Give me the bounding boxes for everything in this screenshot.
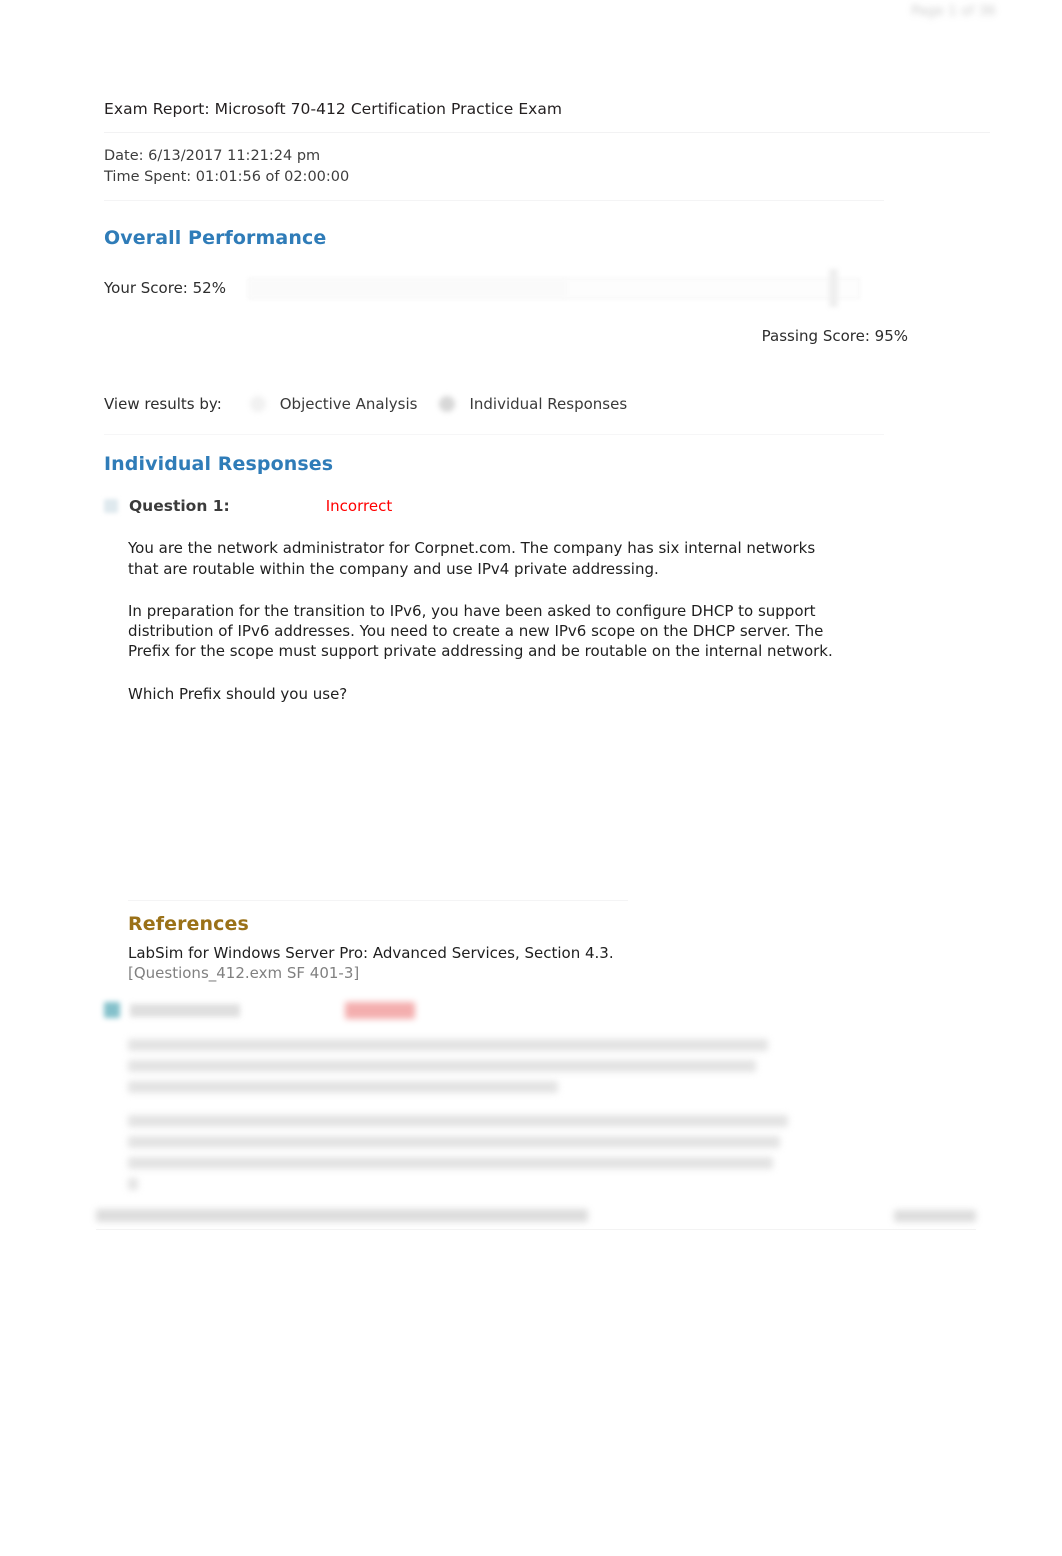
next-question-label bbox=[130, 1003, 240, 1017]
radio-individual-responses[interactable] bbox=[439, 396, 456, 413]
text-line bbox=[128, 1136, 780, 1149]
divider-below-title bbox=[104, 132, 990, 134]
text-line bbox=[128, 1115, 788, 1128]
question-paragraph: You are the network administrator for Co… bbox=[128, 539, 816, 578]
page-footer bbox=[96, 1209, 976, 1230]
view-results-by-row: View results by: Objective Analysis Indi… bbox=[104, 391, 994, 417]
next-question-header bbox=[104, 999, 994, 1021]
overall-performance-heading: Overall Performance bbox=[104, 227, 327, 250]
reference-citation: LabSim for Windows Server Pro: Advanced … bbox=[128, 943, 614, 962]
report-content: Exam Report: Microsoft 70-412 Certificat… bbox=[104, 100, 994, 1211]
question-paragraph: Which Prefix should you use? bbox=[128, 684, 348, 703]
question-paragraph: In preparation for the transition to IPv… bbox=[128, 601, 833, 661]
score-bar-fill bbox=[248, 279, 568, 299]
score-row: Your Score: 52% bbox=[104, 269, 994, 308]
status-badge: Incorrect bbox=[325, 497, 393, 516]
report-time-spent: Time Spent: 01:01:56 of 02:00:00 bbox=[104, 169, 350, 186]
next-question-text bbox=[128, 1039, 994, 1191]
text-line bbox=[128, 1081, 558, 1094]
your-score-label: Your Score: 52% bbox=[104, 279, 226, 298]
question-header: Question 1: Incorrect bbox=[104, 494, 994, 518]
references-heading: References bbox=[128, 912, 249, 935]
passing-score-label: Passing Score: 95% bbox=[761, 327, 908, 346]
divider-below-meta bbox=[104, 200, 884, 202]
passing-score-marker bbox=[829, 269, 839, 308]
text-line bbox=[128, 1157, 773, 1170]
footer-divider bbox=[96, 1229, 976, 1230]
radio-label-objective-analysis[interactable]: Objective Analysis bbox=[280, 395, 418, 413]
radio-objective-analysis[interactable] bbox=[249, 396, 266, 413]
exam-report-page: Page 1 of 36 Exam Report: Microsoft 70-4… bbox=[0, 0, 1062, 1556]
text-line bbox=[128, 1178, 138, 1191]
divider-above-references bbox=[128, 899, 628, 901]
page-title: Exam Report: Microsoft 70-412 Certificat… bbox=[104, 100, 563, 118]
question-body: You are the network administrator for Co… bbox=[128, 538, 850, 704]
report-meta: Date: 6/13/2017 11:21:24 pm Time Spent: … bbox=[104, 146, 994, 188]
next-question-status-badge bbox=[345, 1001, 415, 1019]
question-label: Question 1: bbox=[129, 497, 230, 516]
page-number: Page 1 of 36 bbox=[911, 4, 996, 19]
question-status-icon bbox=[104, 499, 118, 514]
references-block: References LabSim for Windows Server Pro… bbox=[128, 913, 994, 984]
text-line bbox=[128, 1060, 756, 1073]
report-date: Date: 6/13/2017 11:21:24 pm bbox=[104, 148, 321, 165]
footer-right-text bbox=[894, 1210, 976, 1222]
score-progress-bar bbox=[247, 269, 860, 308]
individual-responses-heading: Individual Responses bbox=[104, 453, 334, 476]
reference-code: [Questions_412.exm SF 401-3] bbox=[128, 964, 360, 983]
next-question-preview bbox=[104, 999, 994, 1211]
divider-below-view-results bbox=[104, 434, 884, 436]
footer-left-text bbox=[96, 1209, 588, 1222]
answer-options-area bbox=[104, 704, 994, 900]
question-status-icon bbox=[104, 1002, 120, 1019]
text-line bbox=[128, 1039, 768, 1052]
view-results-by-label: View results by: bbox=[104, 395, 222, 414]
radio-label-individual-responses[interactable]: Individual Responses bbox=[469, 395, 627, 413]
